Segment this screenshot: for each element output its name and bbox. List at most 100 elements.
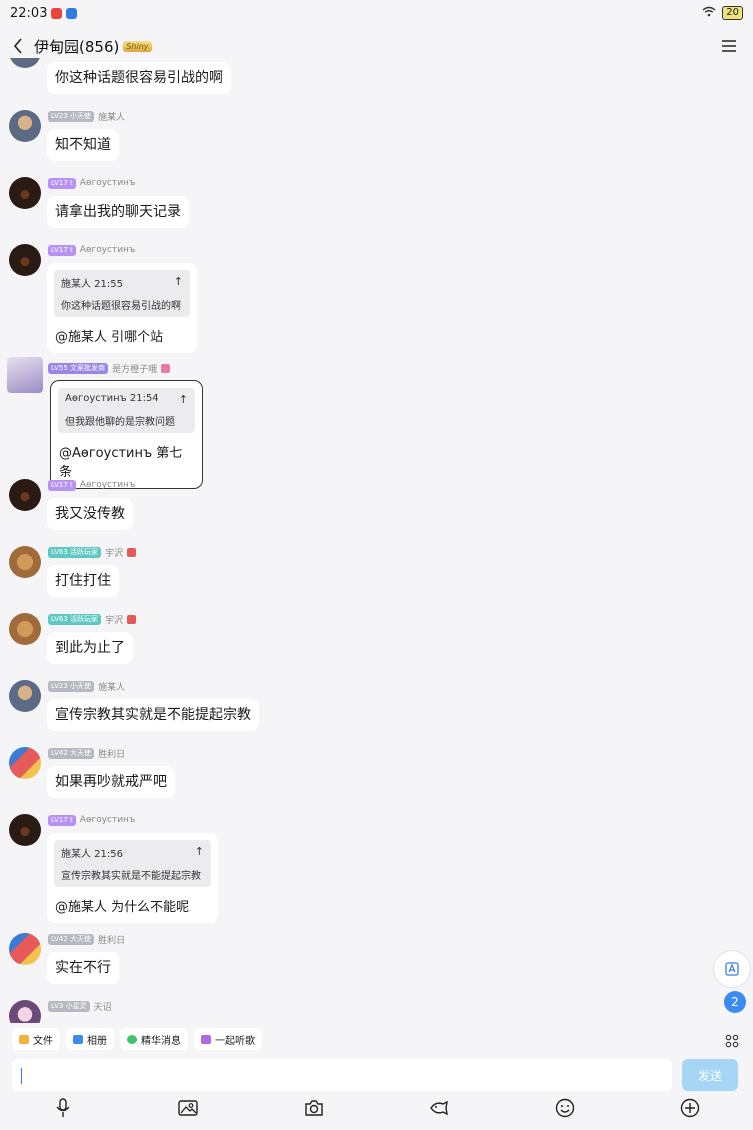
quoted-message[interactable]: 施某人 21:56 ↑ 宣传宗教其实就是不能提起宗教 — [54, 840, 211, 887]
chip-listen[interactable]: 一起听歌 — [194, 1028, 262, 1050]
reply-text: @施某人 为什么不能呢 — [55, 900, 190, 915]
quote-message-bubble[interactable]: Аөгоустинъ 21:54 ↑ 但我跟他聊的是宗教问题 @Аөгоусти… — [50, 380, 203, 489]
sender-meta: LV17 t Аөгоустинъ — [48, 814, 135, 826]
microphone-icon — [56, 1098, 70, 1117]
sender-name[interactable]: Аөгоустинъ — [80, 178, 136, 188]
quoted-message[interactable]: 施某人 21:55 ↑ 你这种话题很容易引战的啊 — [54, 270, 190, 317]
message-bubble[interactable]: 请拿出我的聊天记录 — [47, 196, 189, 228]
level-badge: LV55 文案批发商 — [48, 362, 109, 374]
avatar[interactable] — [9, 546, 41, 578]
chip-file[interactable]: 文件 — [12, 1028, 60, 1050]
level-badge: LV17 t — [48, 479, 76, 491]
emoji-button[interactable] — [554, 1097, 576, 1119]
badge-icon — [127, 614, 137, 624]
avatar[interactable] — [9, 479, 41, 511]
sender-meta: LV23 小天使 施某人 — [48, 680, 125, 693]
avatar[interactable] — [9, 680, 41, 712]
sender-meta: LV23 小天使 施某人 — [48, 110, 125, 123]
avatar[interactable] — [9, 58, 41, 68]
chip-album[interactable]: 相册 — [66, 1028, 114, 1050]
sender-name[interactable]: 施某人 — [98, 110, 125, 123]
jump-up-icon[interactable]: ↑ — [174, 275, 183, 290]
sender-name[interactable]: Аөгоустинъ — [80, 815, 136, 825]
sender-name[interactable]: 宇沢 — [105, 613, 123, 626]
picture-icon — [178, 1100, 198, 1116]
text-caret — [21, 1068, 22, 1084]
level-badge: LV17 t — [48, 814, 76, 826]
status-bar: 22:03 20 — [0, 0, 753, 26]
avatar[interactable] — [9, 613, 41, 645]
quote-header: 施某人 21:55 ↑ — [61, 275, 183, 290]
quote-text: 宣传宗教其实就是不能提起宗教 — [61, 871, 201, 882]
camera-button[interactable] — [303, 1097, 325, 1119]
chip-essence[interactable]: 精华消息 — [120, 1028, 188, 1050]
chip-label: 相册 — [87, 1035, 107, 1047]
level-badge: LV17 t — [48, 244, 76, 256]
message-bubble[interactable]: 知不知道 — [47, 129, 119, 161]
message-bubble[interactable]: 我又没传教 — [47, 498, 133, 530]
level-badge: LV63 活跃玩家 — [48, 546, 102, 558]
status-time: 22:03 — [10, 5, 48, 21]
red-packet-button[interactable] — [428, 1097, 450, 1119]
sender-name[interactable]: 施某人 — [98, 680, 125, 693]
avatar[interactable] — [9, 1000, 41, 1023]
image-icon — [73, 1034, 83, 1044]
translate-button[interactable] — [713, 950, 751, 988]
quote-header: 施某人 21:56 ↑ — [61, 845, 204, 860]
message-bubble[interactable]: 打住打住 — [47, 565, 119, 597]
message-bubble[interactable]: 实在不行 — [47, 952, 119, 984]
sender-name[interactable]: 胜利日 — [98, 933, 125, 946]
menu-button[interactable] — [717, 34, 741, 58]
badge-icon — [161, 363, 171, 373]
send-button[interactable]: 发送 — [682, 1059, 738, 1091]
quoted-message[interactable]: Аөгоустинъ 21:54 ↑ 但我跟他聊的是宗教问题 — [58, 388, 195, 433]
sender-meta: LV63 活跃玩家 宇沢 — [48, 546, 137, 559]
message-bubble[interactable]: 到此为止了 — [47, 632, 133, 664]
menu-icon — [722, 40, 736, 52]
avatar[interactable] — [9, 244, 41, 276]
sender-name[interactable]: 是方橙子哦 — [112, 362, 157, 375]
quote-message-bubble[interactable]: 施某人 21:56 ↑ 宣传宗教其实就是不能提起宗教 @施某人 为什么不能呢 — [47, 833, 218, 923]
avatar[interactable] — [9, 933, 41, 965]
sender-name[interactable]: 宇沢 — [105, 546, 123, 559]
quote-text: 你这种话题很容易引战的啊 — [61, 301, 181, 312]
more-button[interactable] — [679, 1097, 701, 1119]
avatar[interactable] — [7, 357, 43, 393]
avatar[interactable] — [9, 814, 41, 846]
camera-icon — [305, 1100, 323, 1116]
sender-name[interactable]: 天诏 — [94, 1000, 112, 1013]
level-badge: LV63 活跃玩家 — [48, 613, 102, 625]
group-title[interactable]: 伊甸园(856) — [34, 36, 119, 57]
quote-text: 但我跟他聊的是宗教问题 — [65, 417, 175, 428]
sender-meta: LV55 文案批发商 是方橙子哦 — [48, 362, 171, 375]
essence-icon — [127, 1034, 137, 1044]
sender-name[interactable]: Аөгоустинъ — [80, 480, 136, 490]
avatar[interactable] — [9, 110, 41, 142]
message-bubble[interactable]: 你这种话题很容易引战的啊 — [47, 62, 231, 94]
message-bubble[interactable]: 宣传宗教其实就是不能提起宗教 — [47, 699, 259, 731]
quote-header: Аөгоустинъ 21:54 ↑ — [65, 393, 188, 406]
battery-icon: 20 — [722, 6, 743, 20]
fish-icon — [430, 1100, 448, 1116]
unread-count-badge[interactable]: 2 — [724, 991, 746, 1013]
more-apps-button[interactable] — [725, 1033, 739, 1048]
message-input[interactable] — [12, 1059, 672, 1091]
sender-name[interactable]: 胜利日 — [98, 747, 125, 760]
badge-icon — [127, 547, 137, 557]
message-bubble[interactable]: 如果再吵就戒严吧 — [47, 766, 175, 798]
avatar[interactable] — [9, 747, 41, 779]
folder-icon — [19, 1034, 29, 1044]
quote-message-bubble[interactable]: 施某人 21:55 ↑ 你这种话题很容易引战的啊 @施某人 引哪个站 — [47, 263, 197, 353]
gallery-button[interactable] — [177, 1097, 199, 1119]
voice-button[interactable] — [52, 1097, 74, 1119]
message-input-wrap — [12, 1059, 672, 1091]
jump-up-icon[interactable]: ↑ — [195, 845, 204, 860]
chip-label: 一起听歌 — [215, 1035, 255, 1047]
avatar[interactable] — [9, 177, 41, 209]
sender-name[interactable]: Аөгоустинъ — [80, 245, 136, 255]
jump-up-icon[interactable]: ↑ — [179, 393, 188, 406]
sender-meta: LV63 活跃玩家 宇沢 — [48, 613, 137, 626]
chat-list[interactable]: 你这种话题很容易引战的啊 LV23 小天使 施某人 知不知道 LV17 t Аө… — [0, 58, 753, 1023]
quote-author: 施某人 21:56 — [61, 849, 123, 860]
level-badge: LV23 小天使 — [48, 680, 95, 692]
